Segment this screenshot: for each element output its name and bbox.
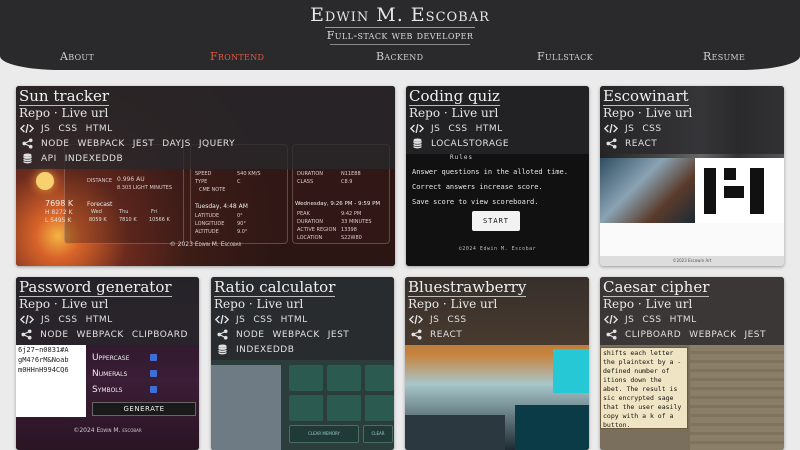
project-card-bluestrawberry[interactable]: Bluestrawberry Repo · Live url JS CSS REA…: [405, 277, 589, 450]
title-divider: [325, 27, 475, 28]
card-overlay: Coding quiz Repo · Live url JS CSS HTML LO…: [406, 86, 589, 154]
card-overlay: Caesar cipher Repo · Live url JS CSS HTML …: [600, 277, 784, 345]
live-url-link[interactable]: Live url: [646, 106, 693, 120]
cipher-text-panel: shifts each letter the plaintext by a -d…: [600, 347, 688, 429]
code-icon: [409, 123, 425, 134]
nav-resume[interactable]: Resume: [703, 50, 745, 63]
nav-about[interactable]: About: [60, 50, 94, 63]
project-card-escowinart[interactable]: ©2023 Escowin Art Escowinart Repo · Live…: [600, 86, 784, 266]
project-card-password-generator[interactable]: 6j27~n0831#A gM4?6rM&Noab m0HHnH994CQ6 Upp…: [16, 277, 199, 450]
card-title: Escowinart: [603, 87, 689, 106]
live-url-link[interactable]: Live url: [452, 106, 499, 120]
card-overlay: Password generator Repo · Live url JS CSS…: [16, 277, 199, 345]
site-title: Edwin M. Escobar: [310, 4, 490, 26]
card-title: Sun tracker: [19, 87, 110, 106]
sun-icon: [36, 172, 54, 190]
subtitle-divider: [330, 44, 470, 45]
nav-fullstack[interactable]: Fullstack: [537, 50, 593, 63]
code-icon: [408, 314, 424, 325]
share-icon: [603, 138, 619, 149]
repo-link[interactable]: Repo: [408, 297, 439, 311]
live-url-link[interactable]: Live url: [451, 297, 498, 311]
project-card-sun-tracker[interactable]: DISTANCE 0.996 AU 8.303 LIGHT MINUTES 76…: [16, 86, 395, 266]
code-icon: [19, 314, 35, 325]
code-icon: [214, 314, 230, 325]
database-icon: [409, 138, 425, 149]
live-url-link[interactable]: Live url: [62, 297, 109, 311]
repo-link[interactable]: Repo: [409, 106, 440, 120]
repo-link[interactable]: Repo: [19, 106, 50, 120]
share-icon: [19, 329, 34, 340]
project-card-ratio-calculator[interactable]: CLEAR MEMORY CLEAR Ratio calculator Repo…: [211, 277, 394, 450]
share-icon: [19, 138, 35, 149]
card-overlay: Ratio calculator Repo · Live url JS CSS HT…: [211, 277, 394, 360]
database-icon: [214, 344, 230, 355]
share-icon: [214, 329, 230, 340]
repo-link[interactable]: Repo: [19, 297, 50, 311]
card-overlay: Escowinart Repo · Live url JS CSS REACT: [600, 86, 784, 154]
card-overlay: Bluestrawberry Repo · Live url JS CSS REA…: [405, 277, 589, 345]
generate-button[interactable]: GENERATE: [92, 402, 196, 416]
uppercase-checkbox[interactable]: [150, 354, 157, 361]
share-icon: [603, 329, 619, 340]
card-overlay: Sun tracker Repo · Live url JS CSS HTML NO…: [16, 86, 395, 169]
numerals-checkbox[interactable]: [150, 370, 157, 377]
card-title: Caesar cipher: [603, 278, 710, 297]
symbols-checkbox[interactable]: [150, 386, 157, 393]
database-icon: [19, 153, 35, 164]
password-output: 6j27~n0831#A gM4?6rM&Noab m0HHnH994CQ6: [16, 345, 86, 417]
live-url-link[interactable]: Live url: [257, 297, 304, 311]
site-subtitle: Full-stack web developer: [326, 29, 474, 42]
nav-backend[interactable]: Backend: [376, 50, 423, 63]
clear-button[interactable]: CLEAR: [363, 425, 393, 443]
repo-link[interactable]: Repo: [214, 297, 245, 311]
card-title: Ratio calculator: [214, 278, 336, 297]
clear-memory-button[interactable]: CLEAR MEMORY: [289, 425, 359, 443]
card-title: Password generator: [19, 278, 172, 297]
project-card-caesar-cipher[interactable]: shifts each letter the plaintext by a -d…: [600, 277, 784, 450]
code-icon: [19, 123, 35, 134]
share-icon: [408, 329, 424, 340]
card-title: Bluestrawberry: [408, 278, 527, 297]
site-header: Edwin M. Escobar Full-stack web develope…: [0, 0, 800, 70]
repo-link[interactable]: Repo: [603, 106, 634, 120]
code-icon: [603, 123, 619, 134]
live-url-link[interactable]: Live url: [62, 106, 109, 120]
code-icon: [603, 314, 619, 325]
start-button[interactable]: START: [472, 211, 520, 231]
project-card-coding-quiz[interactable]: Rules Answer questions in the alloted ti…: [406, 86, 589, 266]
live-url-link[interactable]: Live url: [646, 297, 693, 311]
repo-link[interactable]: Repo: [603, 297, 634, 311]
nav-frontend[interactable]: Frontend: [210, 50, 264, 63]
card-title: Coding quiz: [409, 87, 500, 106]
